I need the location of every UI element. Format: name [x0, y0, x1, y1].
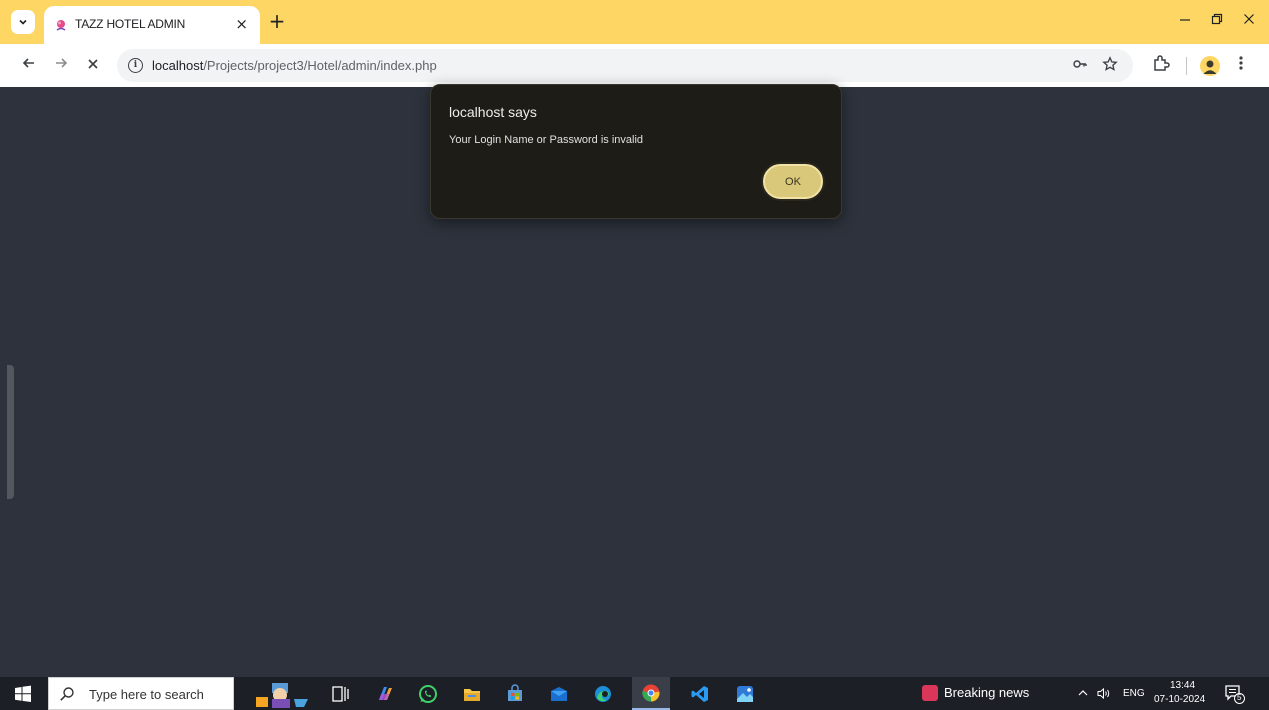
tab-strip: TAZZ HOTEL ADMIN × +: [0, 0, 1269, 44]
chevron-up-icon[interactable]: [1078, 689, 1088, 697]
address-bar[interactable]: i localhost/Projects/project3/Hotel/admi…: [117, 49, 1133, 82]
extensions-icon[interactable]: [1152, 54, 1170, 77]
mail-icon[interactable]: [549, 684, 569, 704]
url-host: localhost: [152, 58, 204, 73]
windows-start-icon[interactable]: [14, 685, 32, 703]
search-placeholder: Type here to search: [89, 687, 204, 702]
copilot-icon[interactable]: [375, 684, 395, 704]
chevron-down-icon: [19, 19, 27, 25]
toolbar-divider: [1186, 57, 1187, 75]
restore-icon: [1211, 13, 1223, 25]
whatsapp-icon[interactable]: [418, 684, 438, 704]
news-icon: [922, 685, 938, 701]
photos-icon[interactable]: [735, 684, 755, 704]
favicon-icon: [56, 20, 66, 31]
notification-center-button[interactable]: 5: [1224, 683, 1246, 705]
close-icon: [88, 59, 98, 69]
star-icon[interactable]: [1102, 56, 1118, 76]
chrome-taskbar-active[interactable]: [632, 677, 670, 710]
key-icon[interactable]: [1072, 56, 1088, 76]
restore-button[interactable]: [1202, 11, 1232, 33]
news-label: Breaking news: [944, 685, 1030, 700]
speaker-icon[interactable]: [1097, 687, 1111, 700]
forward-button[interactable]: [49, 54, 73, 78]
dialog-message: Your Login Name or Password is invalid: [449, 134, 644, 146]
minimize-icon: [1180, 19, 1190, 21]
new-tab-button[interactable]: +: [266, 11, 288, 33]
menu-kebab-icon[interactable]: [1238, 54, 1244, 77]
search-icon: [60, 687, 74, 701]
browser-tab[interactable]: TAZZ HOTEL ADMIN ×: [44, 6, 260, 44]
page-content: localhost says Your Login Name or Passwo…: [0, 84, 1269, 677]
task-view-icon[interactable]: [330, 684, 350, 704]
clock[interactable]: 13:44 07-10-2024: [1152, 680, 1214, 708]
stop-loading-button[interactable]: [81, 54, 105, 78]
url-path: /Projects/project3/Hotel/admin/index.php: [203, 58, 437, 73]
side-panel-handle[interactable]: [7, 365, 14, 499]
notification-icon: [1225, 685, 1245, 704]
browser-toolbar: i localhost/Projects/project3/Hotel/admi…: [0, 44, 1269, 87]
clock-date: 07-10-2024: [1154, 694, 1206, 705]
close-icon: [1244, 14, 1254, 24]
microsoft-store-icon[interactable]: [505, 684, 525, 704]
profile-avatar[interactable]: [1200, 56, 1220, 76]
file-explorer-icon[interactable]: [462, 684, 482, 704]
ok-button[interactable]: OK: [763, 164, 823, 199]
tab-search-button[interactable]: [11, 10, 35, 34]
taskbar-search-box[interactable]: Type here to search: [48, 677, 234, 710]
windows-taskbar: Type here to search Breaking news ENG 13…: [0, 677, 1269, 710]
back-button[interactable]: [17, 54, 41, 78]
close-window-button[interactable]: [1234, 11, 1264, 33]
url-text[interactable]: localhost/Projects/project3/Hotel/admin/…: [152, 58, 437, 73]
edge-icon[interactable]: [593, 684, 613, 704]
minimize-button[interactable]: [1170, 11, 1200, 33]
tab-close-icon[interactable]: ×: [235, 15, 248, 33]
arrow-left-icon: [22, 58, 34, 68]
dialog-title: localhost says: [449, 104, 537, 120]
info-icon[interactable]: i: [128, 58, 143, 73]
chrome-icon: [642, 684, 660, 702]
arrow-right-icon: [56, 58, 68, 68]
language-indicator[interactable]: ENG: [1123, 688, 1145, 699]
search-highlight-icon[interactable]: [250, 679, 312, 709]
user-icon: [1203, 60, 1217, 74]
notification-count: 5: [1237, 693, 1242, 702]
alert-dialog: localhost says Your Login Name or Passwo…: [430, 84, 842, 219]
vscode-icon[interactable]: [690, 684, 710, 704]
tab-title: TAZZ HOTEL ADMIN: [75, 17, 186, 31]
clock-time: 13:44: [1170, 680, 1196, 691]
news-widget[interactable]: Breaking news: [922, 685, 1030, 701]
